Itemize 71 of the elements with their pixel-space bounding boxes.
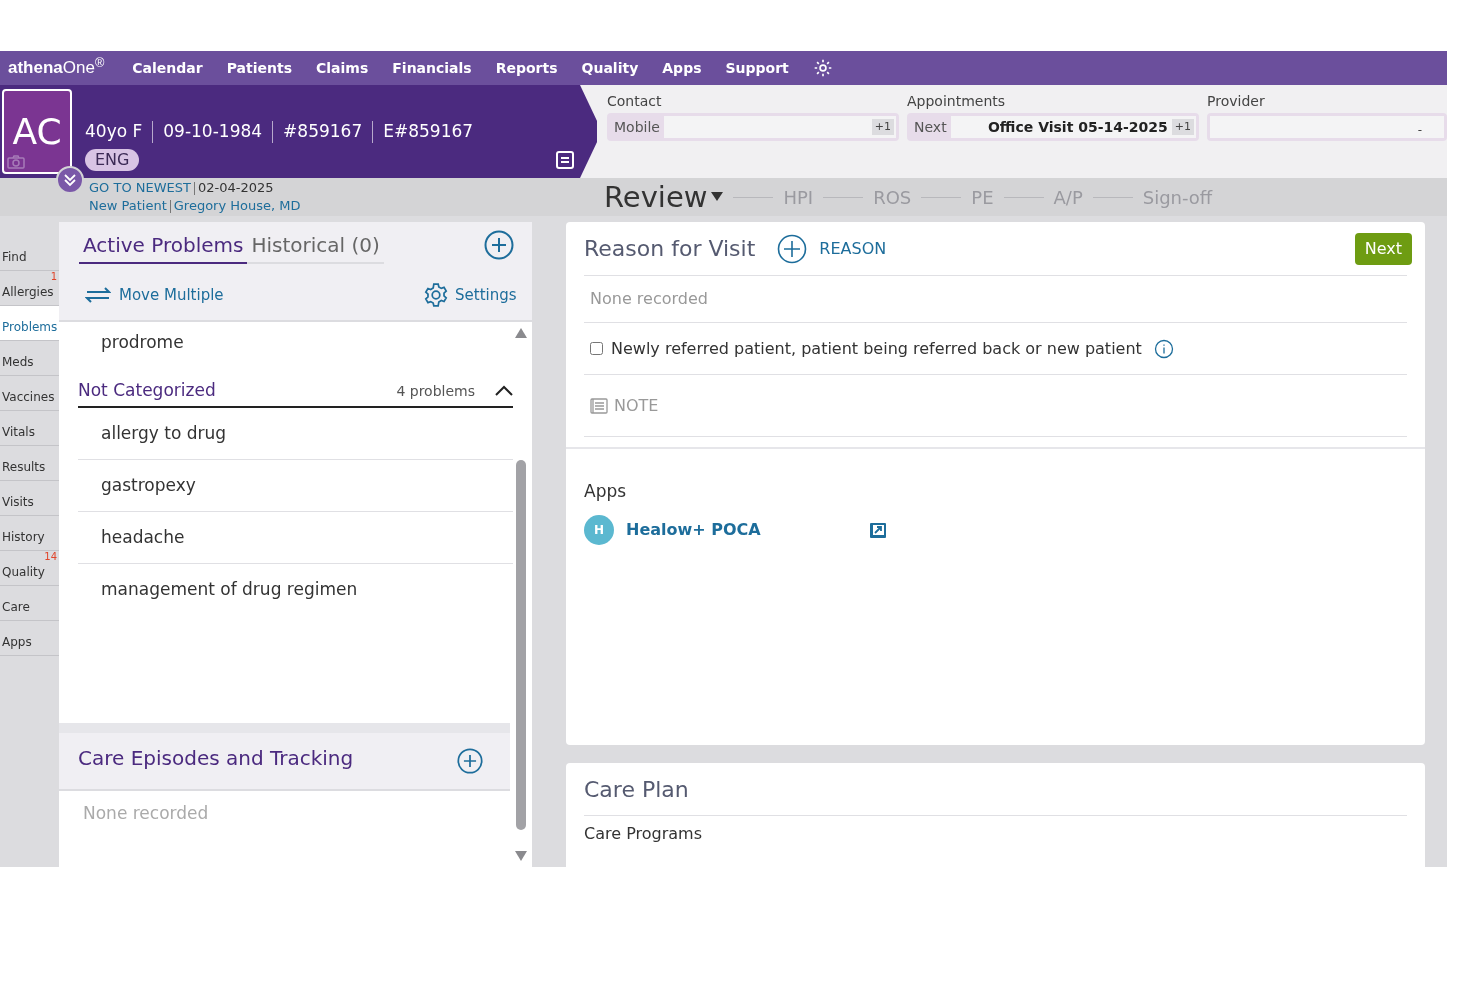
field-caption: Next: [913, 117, 948, 137]
field-caption: Mobile: [613, 117, 661, 137]
nav-link[interactable]: Support: [725, 57, 789, 79]
move-multiple-link[interactable]: Move Multiple: [85, 284, 224, 307]
info-icon[interactable]: [1153, 338, 1174, 359]
section-title: Apps: [584, 480, 628, 503]
note-icon: [590, 396, 608, 415]
patient-detail: #859167: [283, 120, 363, 143]
provider-name: Gregory House, MD: [173, 197, 301, 215]
app-link[interactable]: Healow+ POCA: [626, 517, 856, 542]
field-value: -: [1417, 122, 1423, 139]
add-icon[interactable]: [484, 230, 514, 260]
caret-icon: [711, 192, 724, 202]
subsection-title: Care Programs: [584, 823, 703, 845]
add-icon[interactable]: [457, 748, 483, 774]
count-label: 14: [44, 552, 57, 562]
field-label: Appointments: [907, 92, 1007, 111]
referral-checkbox[interactable]: [590, 342, 603, 355]
workflow-stage-menu[interactable]: Review: [604, 182, 724, 212]
brand-logo: athenaOne$^{®}$: [8, 55, 105, 80]
group-title: Not Categorized: [78, 379, 217, 403]
count-label: 1: [50, 272, 57, 282]
checkbox-label: Newly referred patient, patient being referred back or new patient: [611, 337, 1142, 360]
more-count[interactable]: +1: [1171, 118, 1194, 136]
empty-message: None recorded: [82, 802, 210, 825]
problem-item[interactable]: prodrome: [59, 322, 532, 364]
patient-detail: 09-10-1984: [163, 120, 263, 143]
problem-item[interactable]: headache: [78, 512, 513, 564]
nav-link[interactable]: Apps: [662, 57, 702, 79]
encounter-date: 02-04-2025: [197, 179, 274, 197]
visit-type: New Patient: [89, 197, 167, 215]
patient-detail: 40yo F: [85, 120, 143, 143]
side-nav-item[interactable]: Problems: [0, 306, 59, 341]
problem-count: 4 problems: [396, 381, 475, 401]
settings-link[interactable]: Settings: [423, 282, 517, 308]
language-badge: ENG: [85, 149, 140, 171]
problems-tab[interactable]: Historical (0): [247, 230, 384, 264]
settings-icon[interactable]: [812, 58, 833, 78]
more-count[interactable]: +1: [871, 118, 894, 136]
app-avatar: H: [584, 514, 614, 545]
scroll-down-icon[interactable]: [515, 851, 527, 861]
section-title: Care Episodes and Tracking: [78, 745, 354, 772]
empty-message: None recorded: [584, 276, 1407, 323]
section-title: Reason for Visit: [584, 235, 756, 263]
nav-link[interactable]: Financials: [392, 57, 472, 79]
nav-link[interactable]: Claims: [316, 57, 369, 79]
problem-item[interactable]: allergy to drug: [78, 408, 513, 460]
problems-tab[interactable]: Active Problems: [79, 230, 248, 264]
problem-item[interactable]: management of drug regimen: [78, 564, 513, 616]
collapse-caret-icon[interactable]: [495, 385, 513, 397]
field-label: Contact: [607, 92, 663, 111]
double-arrow-icon: [85, 287, 111, 304]
add-reason-link[interactable]: REASON: [777, 233, 887, 264]
add-icon: [777, 233, 808, 264]
nav-link[interactable]: Calendar: [132, 57, 203, 79]
settings-icon: [423, 282, 449, 308]
patient-initials: AC: [12, 109, 62, 154]
problem-item[interactable]: gastropexy: [78, 460, 513, 512]
nav-link[interactable]: Patients: [226, 57, 292, 79]
scroll-up-icon[interactable]: [515, 328, 527, 338]
field-label: Provider: [1207, 92, 1266, 111]
go-to-newest-link[interactable]: GO TO NEWEST: [89, 179, 191, 197]
nav-link[interactable]: Quality: [581, 57, 639, 79]
patient-detail: E#859167: [383, 120, 474, 143]
field-value: Office Visit 05-14-2025: [987, 117, 1168, 137]
notes-icon[interactable]: [555, 150, 575, 170]
scrollbar-thumb[interactable]: [516, 459, 526, 830]
next-button[interactable]: Next: [1354, 232, 1412, 265]
expand-icon[interactable]: [56, 166, 84, 194]
nav-link[interactable]: Reports: [495, 57, 558, 79]
section-title: Care Plan: [584, 763, 1407, 816]
